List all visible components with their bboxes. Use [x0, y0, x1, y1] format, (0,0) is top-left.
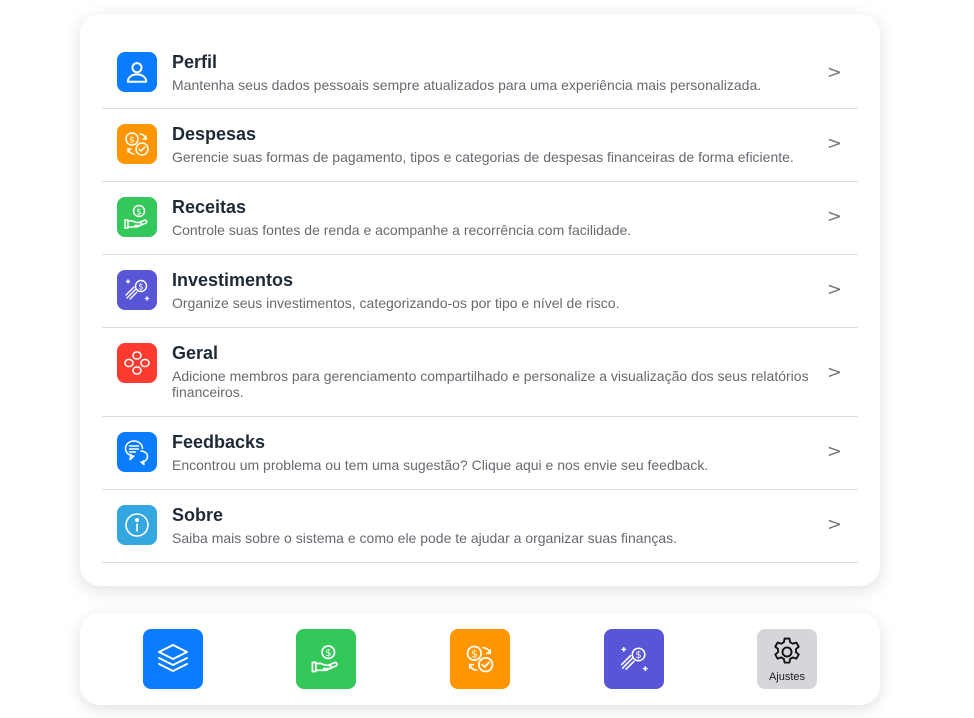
chevron-right-icon: > — [826, 62, 842, 83]
settings-card: Perfil Mantenha seus dados pessoais semp… — [80, 14, 880, 586]
settings-item-description: Organize seus investimentos, categorizan… — [172, 295, 620, 311]
user-icon — [117, 52, 157, 92]
chevron-right-icon: > — [826, 362, 842, 383]
svg-text:$: $ — [635, 650, 641, 661]
settings-item-title: Sobre — [172, 505, 224, 525]
chevron-right-icon: > — [826, 206, 842, 227]
settings-item-feedbacks[interactable]: Feedbacks Encontrou um problema ou tem u… — [102, 417, 858, 490]
settings-item-title: Geral — [172, 343, 219, 363]
chevron-right-icon: > — [826, 441, 842, 462]
settings-item-title: Receitas — [172, 197, 247, 217]
nav-label-settings: Ajustes — [768, 671, 806, 683]
svg-text:$: $ — [325, 648, 331, 659]
settings-item-title: Feedbacks — [172, 432, 266, 452]
general-icon — [117, 343, 157, 383]
chevron-right-icon: > — [826, 279, 842, 300]
settings-item-description: Gerencie suas formas de pagamento, tipos… — [172, 149, 794, 165]
gear-icon — [774, 637, 800, 664]
chat-icon — [117, 432, 157, 472]
nav-button-investments[interactable]: $ — [604, 629, 664, 689]
expenses-icon: $ — [117, 124, 157, 164]
chevron-right-icon: > — [826, 514, 842, 535]
settings-list: Perfil Mantenha seus dados pessoais semp… — [102, 14, 858, 563]
settings-item-despesas[interactable]: $ Despesas Gerencie suas formas de pagam… — [102, 109, 858, 182]
settings-item-investimentos[interactable]: $ Investimentos Organize seus investimen… — [102, 255, 858, 328]
settings-item-sobre[interactable]: Sobre Saiba mais sobre o sistema e como … — [102, 490, 858, 563]
income-icon: $ — [117, 197, 157, 237]
settings-item-description: Controle suas fontes de renda e acompanh… — [172, 222, 632, 238]
settings-item-description: Encontrou um problema ou tem uma sugestã… — [172, 457, 709, 473]
investments-icon: $ — [117, 270, 157, 310]
settings-item-title: Investimentos — [172, 270, 294, 290]
nav-button-layers[interactable] — [143, 629, 203, 689]
investments-icon: $ — [620, 646, 648, 672]
layers-icon — [158, 644, 188, 672]
settings-item-geral[interactable]: Geral Adicione membros para gerenciament… — [102, 328, 858, 417]
settings-item-title: Despesas — [172, 124, 257, 144]
settings-item-perfil[interactable]: Perfil Mantenha seus dados pessoais semp… — [102, 14, 858, 109]
bottom-nav: $ $ $ Ajustes — [80, 613, 880, 705]
settings-item-description: Mantenha seus dados pessoais sempre atua… — [172, 77, 762, 93]
settings-item-receitas[interactable]: $ Receitas Controle suas fontes de renda… — [102, 182, 858, 255]
svg-text:$: $ — [138, 282, 143, 292]
settings-item-description: Adicione membros para gerenciamento comp… — [172, 368, 809, 400]
settings-item-title: Perfil — [172, 52, 218, 72]
svg-text:$: $ — [471, 649, 477, 660]
chevron-right-icon: > — [826, 133, 842, 154]
nav-button-income[interactable]: $ — [296, 629, 356, 689]
income-icon: $ — [311, 645, 338, 673]
svg-text:$: $ — [129, 136, 135, 146]
settings-item-description: Saiba mais sobre o sistema e como ele po… — [172, 530, 678, 546]
svg-text:$: $ — [136, 207, 141, 217]
nav-button-settings[interactable]: Ajustes — [757, 629, 817, 689]
nav-button-expenses[interactable]: $ — [450, 629, 510, 689]
info-icon — [117, 505, 157, 545]
expenses-icon: $ — [466, 645, 494, 673]
